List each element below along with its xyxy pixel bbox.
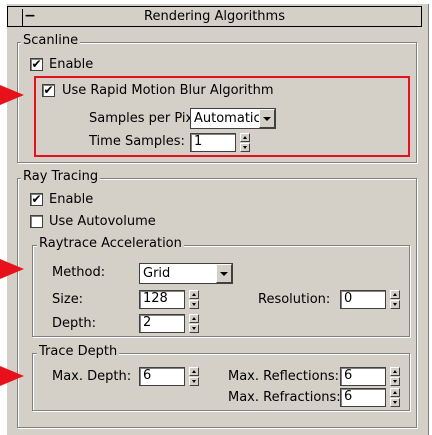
raytracing-title: Ray Tracing	[21, 169, 101, 184]
resolution-label: Resolution:	[258, 292, 331, 307]
samples-per-pixel-dropdown[interactable]: Automatic	[190, 108, 276, 129]
rollout-header[interactable]: Rendering Algorithms −	[7, 6, 422, 27]
samples-per-pixel-value: Automatic	[194, 111, 261, 126]
max-depth-field[interactable]: 6	[139, 367, 185, 386]
spinner-down-icon[interactable]	[390, 377, 400, 386]
method-value: Grid	[143, 266, 171, 281]
method-dropdown[interactable]: Grid	[139, 263, 233, 284]
max-reflections-spinner[interactable]	[390, 367, 400, 386]
method-label: Method:	[52, 265, 106, 280]
size-label: Size:	[52, 292, 84, 307]
raytracing-enable-label: Enable	[49, 192, 94, 207]
max-depth-label: Max. Depth:	[52, 369, 132, 384]
spinner-up-icon[interactable]	[390, 388, 400, 397]
time-samples-label: Time Samples:	[89, 134, 185, 149]
raytrace-acceleration-title: Raytrace Acceleration	[37, 236, 184, 251]
max-refractions-field[interactable]: 6	[340, 388, 386, 407]
chevron-down-icon[interactable]	[216, 264, 232, 283]
max-reflections-field[interactable]: 6	[340, 367, 386, 386]
max-depth-spinner[interactable]	[189, 367, 199, 386]
spinner-up-icon[interactable]	[240, 133, 250, 142]
max-refractions-spinner[interactable]	[390, 388, 400, 407]
trace-depth-title: Trace Depth	[37, 344, 120, 359]
depth-field[interactable]: 2	[139, 314, 185, 333]
autovolume-label: Use Autovolume	[49, 214, 156, 229]
annotation-arrow-icon	[0, 259, 24, 279]
motion-blur-label: Use Rapid Motion Blur Algorithm	[62, 83, 274, 98]
spinner-up-icon[interactable]	[390, 367, 400, 376]
annotation-arrow-icon	[0, 85, 24, 105]
size-spinner[interactable]	[189, 290, 199, 309]
resolution-field[interactable]: 0	[340, 290, 386, 309]
autovolume-checkbox[interactable]	[30, 215, 43, 228]
spinner-up-icon[interactable]	[189, 314, 199, 323]
scanline-enable-checkbox[interactable]: ✔	[30, 58, 43, 71]
scanline-enable-label: Enable	[49, 57, 94, 72]
resolution-spinner[interactable]	[390, 290, 400, 309]
spinner-down-icon[interactable]	[240, 143, 250, 152]
spinner-down-icon[interactable]	[189, 377, 199, 386]
spinner-down-icon[interactable]	[390, 300, 400, 309]
depth-label: Depth:	[52, 316, 96, 331]
time-samples-field[interactable]: 1	[190, 133, 236, 152]
raytracing-enable-checkbox[interactable]: ✔	[30, 193, 43, 206]
spinner-down-icon[interactable]	[390, 398, 400, 407]
collapse-icon[interactable]: −	[22, 9, 37, 26]
chevron-down-icon[interactable]	[259, 109, 275, 128]
max-reflections-label: Max. Reflections:	[228, 369, 339, 384]
rollout-title: Rendering Algorithms	[144, 9, 285, 24]
annotation-arrow-icon	[0, 366, 24, 386]
spinner-down-icon[interactable]	[189, 300, 199, 309]
spinner-up-icon[interactable]	[189, 367, 199, 376]
time-samples-spinner[interactable]	[240, 133, 250, 152]
spinner-up-icon[interactable]	[390, 290, 400, 299]
scanline-title: Scanline	[21, 33, 81, 48]
motion-blur-checkbox[interactable]: ✔	[42, 84, 55, 97]
size-field[interactable]: 128	[139, 290, 185, 309]
spinner-down-icon[interactable]	[189, 324, 199, 333]
max-refractions-label: Max. Refractions:	[228, 390, 341, 405]
spinner-up-icon[interactable]	[189, 290, 199, 299]
depth-spinner[interactable]	[189, 314, 199, 333]
